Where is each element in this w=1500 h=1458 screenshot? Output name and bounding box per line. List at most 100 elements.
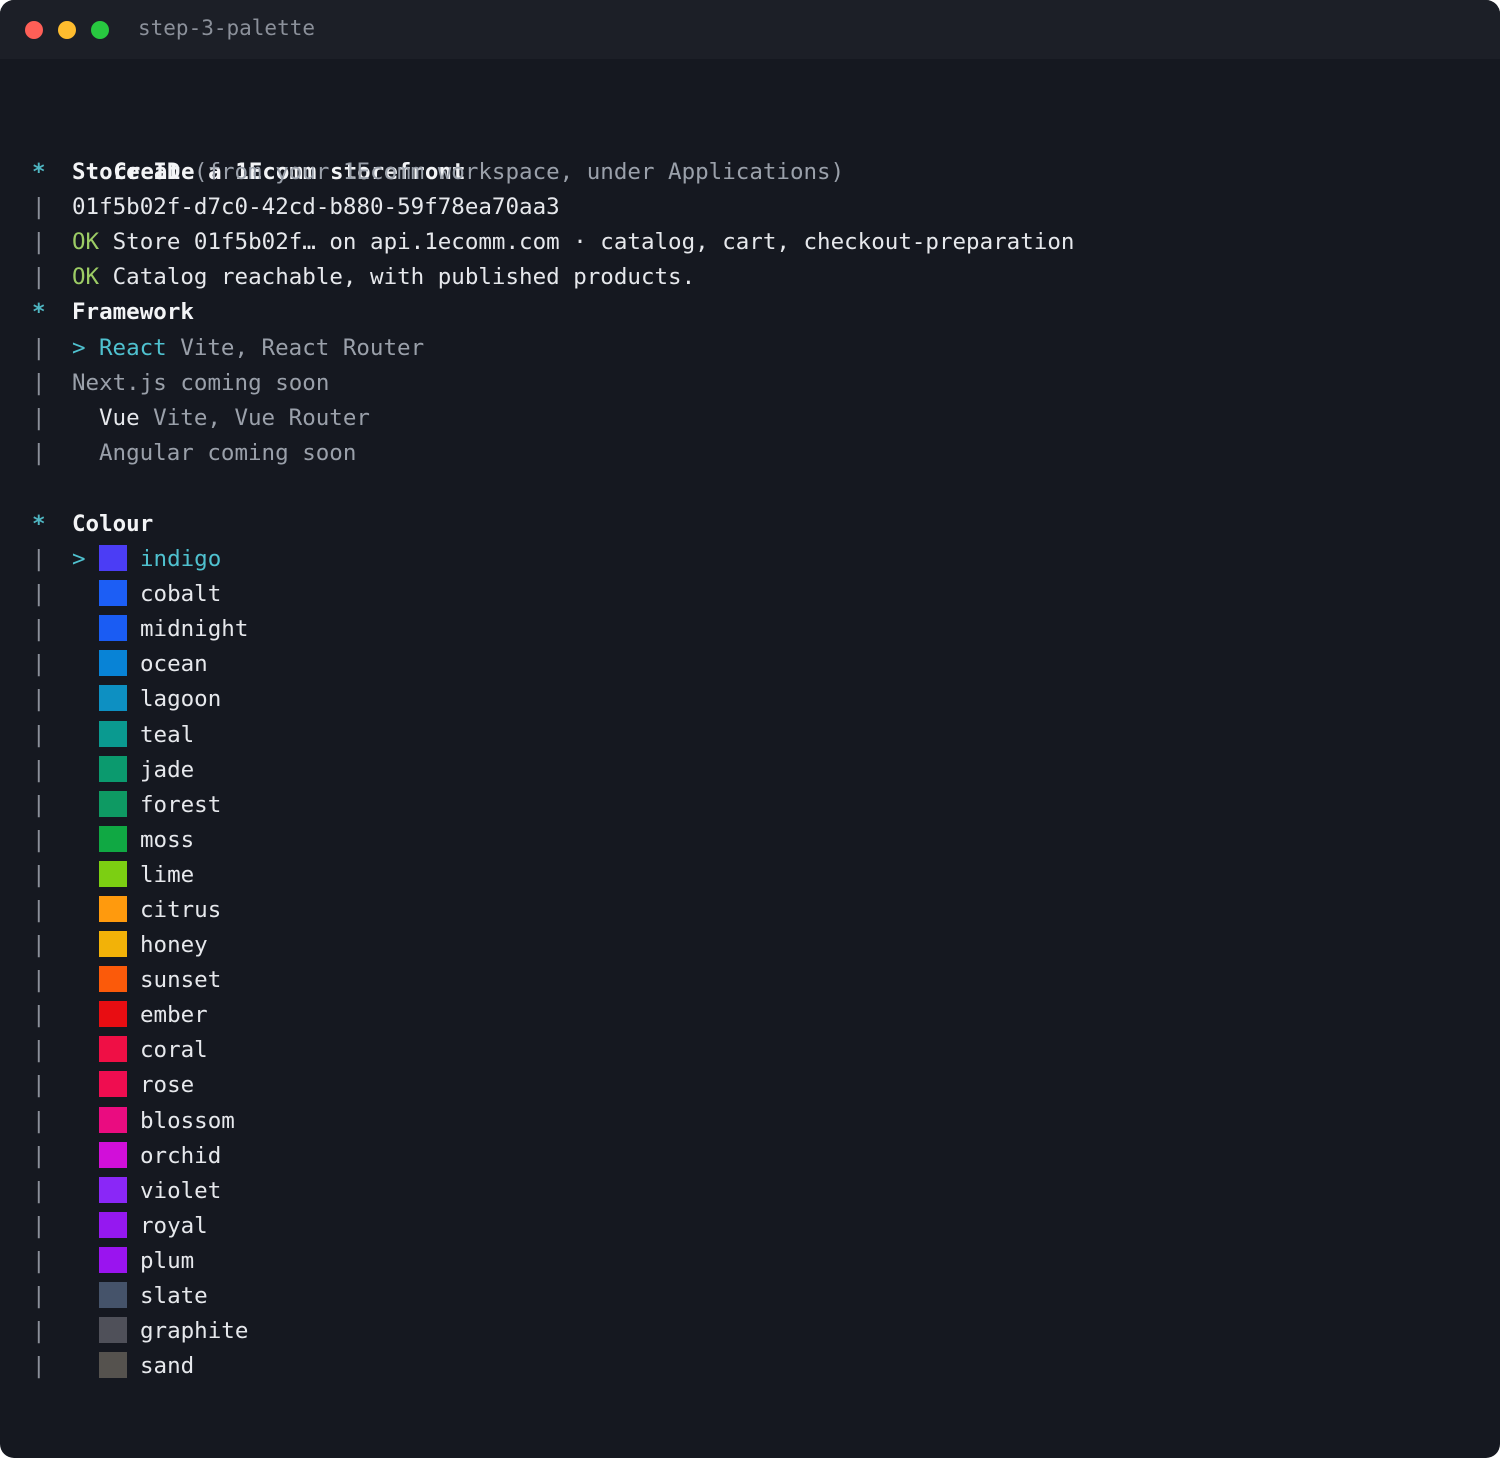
colour-swatch-icon (99, 1352, 127, 1379)
colour-swatch-icon (99, 1141, 127, 1168)
framework-option-angular: | Angular coming soon (32, 436, 1500, 471)
check-catalog-line: | OK Catalog reachable, with published pr… (32, 260, 1500, 295)
colour-option-blossom[interactable]: | blossom (32, 1104, 1500, 1139)
store-id-hint: (from your 1Ecomm workspace, under Appli… (180, 159, 845, 186)
colour-swatch-icon (99, 1176, 127, 1203)
colour-option-orchid[interactable]: | orchid (32, 1139, 1500, 1174)
colour-option-lagoon[interactable]: | lagoon (32, 682, 1500, 717)
colour-option-name: plum (140, 1247, 195, 1274)
colour-option-name: midnight (140, 616, 249, 643)
framework-option-detail: coming soon (193, 439, 357, 466)
gutter-bar: | (32, 439, 46, 466)
gutter-bar: | (32, 791, 46, 818)
framework-option-name: Angular (99, 439, 194, 466)
colour-option-graphite[interactable]: | graphite (32, 1314, 1500, 1349)
gutter-bar: | (32, 264, 46, 291)
framework-option-detail: Vite, Vue Router (139, 404, 370, 431)
gutter-bar: | (32, 896, 46, 923)
store-id-value[interactable]: 01f5b02f-d7c0-42cd-b880-59f78ea70aa3 (72, 194, 560, 220)
gutter-bar: | (32, 1318, 46, 1345)
selection-cursor-icon: > (72, 546, 86, 573)
check-store-line: | OK Store 01f5b02f… on api.1ecomm.com · … (32, 225, 1500, 260)
colour-swatch-icon (99, 1071, 127, 1098)
colour-swatch-icon (99, 580, 127, 607)
colour-option-name: coral (140, 1037, 208, 1064)
gutter-bar: | (32, 1247, 46, 1274)
framework-label: Framework (72, 299, 194, 326)
colour-option-midnight[interactable]: | midnight (32, 612, 1500, 647)
colour-swatch-icon (99, 825, 127, 852)
colour-swatch-icon (99, 931, 127, 958)
gutter-bar: | (32, 334, 46, 361)
zoom-window-button[interactable] (91, 21, 109, 39)
gutter-bar: | (32, 1037, 46, 1064)
framework-option-react[interactable]: | > React Vite, React Router (32, 331, 1500, 366)
gutter-bar: | (32, 1177, 46, 1204)
colour-option-teal[interactable]: | teal (32, 718, 1500, 753)
colour-option-ocean[interactable]: | ocean (32, 647, 1500, 682)
colour-option-name: indigo (140, 546, 222, 573)
colour-swatch-icon (99, 860, 127, 887)
colour-option-name: lime (140, 861, 195, 888)
colour-option-plum[interactable]: | plum (32, 1244, 1500, 1279)
gutter-bar: | (32, 686, 46, 713)
gutter-bar: | (32, 1283, 46, 1309)
close-window-button[interactable] (25, 21, 43, 39)
framework-option-detail: coming soon (166, 369, 330, 396)
colour-option-moss[interactable]: | moss (32, 823, 1500, 858)
colour-option-coral[interactable]: | coral (32, 1033, 1500, 1068)
framework-option-detail: Vite, React Router (166, 334, 425, 361)
colour-option-name: jade (140, 756, 195, 783)
gutter-bar: | (32, 1107, 46, 1134)
framework-option-nextjs: | Next.js coming soon (32, 366, 1500, 401)
store-id-question: * Store ID (from your 1Ecomm workspace, u… (32, 155, 1500, 190)
colour-option-name: ocean (140, 651, 208, 678)
framework-option-name: Next.js (72, 369, 167, 396)
colour-option-violet[interactable]: | violet (32, 1174, 1500, 1209)
gutter-bar: | (32, 1353, 46, 1380)
colour-option-name: citrus (140, 896, 222, 923)
colour-swatch-icon (99, 545, 127, 572)
colour-option-name: sunset (140, 967, 222, 994)
colour-option-slate[interactable]: | slate (32, 1279, 1500, 1314)
gutter-bar: | (32, 369, 46, 396)
gutter-bar: | (32, 756, 46, 783)
framework-question: * Framework (32, 295, 1500, 330)
colour-option-name: blossom (140, 1107, 235, 1134)
step-marker-icon: * (32, 299, 46, 326)
gutter-bar: | (32, 229, 46, 256)
store-id-answer: | 01f5b02f-d7c0-42cd-b880-59f78ea70aa3 (32, 190, 1500, 225)
colour-swatch-icon (99, 1106, 127, 1133)
colour-option-royal[interactable]: | royal (32, 1209, 1500, 1244)
colour-swatch-icon (99, 966, 127, 993)
colour-option-name: sand (140, 1353, 195, 1380)
colour-option-sand[interactable]: | sand (32, 1349, 1500, 1384)
terminal-window: step-3-palette Create a 1Ecomm storefron… (0, 0, 1500, 1458)
colour-option-cobalt[interactable]: | cobalt (32, 577, 1500, 612)
store-id-label: Store ID (72, 159, 181, 186)
colour-swatch-icon (99, 1036, 127, 1063)
colour-option-honey[interactable]: | honey (32, 928, 1500, 963)
colour-option-rose[interactable]: | rose (32, 1068, 1500, 1103)
framework-option-name: React (99, 334, 167, 361)
gutter-bar: | (32, 616, 46, 643)
colour-option-lime[interactable]: | lime (32, 858, 1500, 893)
colour-swatch-icon (99, 1282, 127, 1308)
colour-option-indigo[interactable]: | > indigo (32, 542, 1500, 577)
colour-swatch-icon (99, 615, 127, 642)
minimize-window-button[interactable] (58, 21, 76, 39)
colour-option-forest[interactable]: | forest (32, 788, 1500, 823)
window-title: step-3-palette (138, 16, 316, 40)
gutter-bar: | (32, 826, 46, 853)
colour-label: Colour (72, 510, 154, 537)
colour-option-ember[interactable]: | ember (32, 998, 1500, 1033)
prompt-heading-line: Create a 1Ecomm storefront (32, 120, 1500, 185)
colour-option-name: royal (140, 1212, 208, 1239)
colour-option-sunset[interactable]: | sunset (32, 963, 1500, 998)
colour-option-name: forest (140, 791, 222, 818)
colour-option-name: graphite (140, 1318, 249, 1345)
framework-option-vue[interactable]: | Vue Vite, Vue Router (32, 401, 1500, 436)
colour-swatch-icon (99, 895, 127, 922)
colour-option-jade[interactable]: | jade (32, 753, 1500, 788)
colour-option-citrus[interactable]: | citrus (32, 893, 1500, 928)
